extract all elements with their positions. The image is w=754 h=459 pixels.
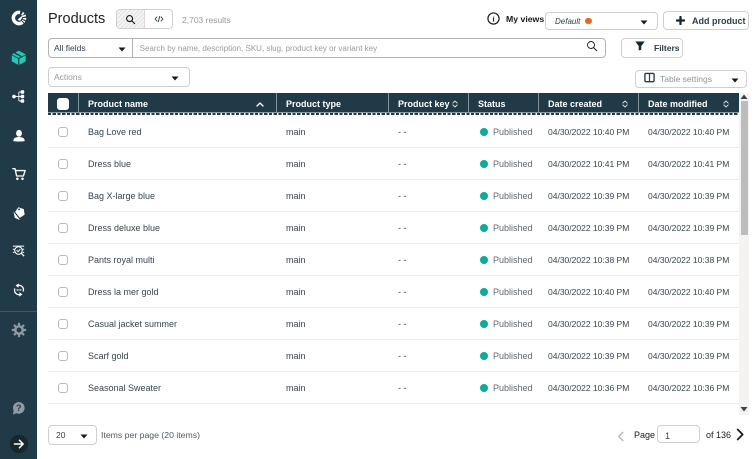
- svg-text:i: i: [492, 14, 494, 23]
- svg-text:?: ?: [16, 403, 22, 413]
